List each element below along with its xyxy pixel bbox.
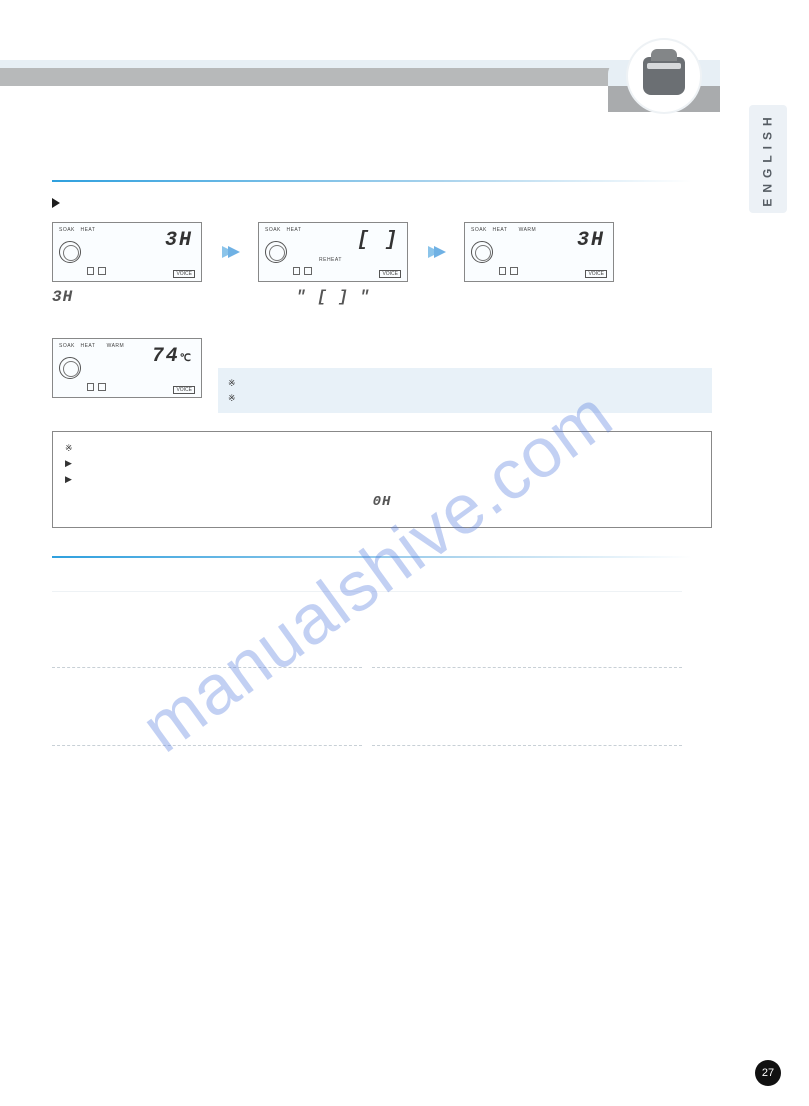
arrow-right-icon-1 [220,242,240,262]
info-line-2 [78,457,81,471]
lcd-label-soak-3: SOAK [471,227,487,233]
lcd-seg-2: [ ] [357,229,399,252]
lcd-mid-labels-3 [499,267,518,275]
lcd-voice-1: VOICE [173,270,195,278]
lcd-voice-3: VOICE [585,270,607,278]
intro-bullet [52,196,712,208]
lcd-seg-1: 3H [165,229,193,252]
tri-icon-3: ▶ [65,473,72,487]
lcd-label-heat-2: HEAT [286,227,301,233]
content: SOAK HEAT 3H VOICE SOAK HEAT [ ] REH [52,170,712,804]
col-right-head [372,572,682,592]
product-circle [628,40,700,112]
lcd-screen-1: SOAK HEAT 3H VOICE [52,222,202,282]
caption-2: " [ ] " [296,288,370,306]
lcd-label-warm-4: WARM [107,343,125,349]
aster-icon-1: ※ [228,376,236,390]
col-left-body-2 [52,676,362,736]
lcd-mid-labels-2 [293,267,312,275]
lcd-seg-3: 3H [577,229,605,252]
lcd-label-heat-4: HEAT [80,343,95,349]
dash-sep-l2 [52,744,362,746]
col-right-body-3 [372,754,682,804]
dash-sep-r2 [372,744,682,746]
lcd-voice-4: VOICE [173,386,195,394]
info-line-1 [79,442,82,456]
info-box: ※ ▶ ▶ 0H [52,431,712,529]
lcd-screen-2: SOAK HEAT [ ] REHEAT VOICE [258,222,408,282]
lcd-label-soak-2: SOAK [265,227,281,233]
language-tab: ENGLISH [749,105,787,213]
lcd-mid-labels [87,267,106,275]
two-col [52,572,692,804]
lcd-label-heat: HEAT [80,227,95,233]
tri-icon-2: ▶ [65,457,72,471]
aster-icon-3: ※ [65,442,73,456]
col-right [372,572,692,804]
timer-icon [59,241,81,263]
lcd-label-heat-3: HEAT [492,227,507,233]
section-rule-1 [52,180,692,182]
timer-icon-3 [471,241,493,263]
section-rule-2 [52,556,692,558]
lower-section [52,556,712,804]
lcd-screen-3: SOAK HEAT WARM 3H VOICE [464,222,614,282]
lcd-mid-labels-4 [87,383,106,391]
lcd-label-warm-3: WARM [519,227,537,233]
page-number: 27 [762,1067,774,1079]
manual-page: ENGLISH manualshive.com SOAK HEAT 3H VOI… [0,0,809,1106]
triangle-icon [52,198,60,208]
col-left-body-3 [52,754,362,804]
lcd-screen-4: SOAK HEAT WARM 74℃ VOICE [52,338,202,398]
lcd-label-reheat: REHEAT [319,257,342,263]
product-icon [643,57,685,95]
caption-1: 3H [52,288,73,306]
col-left-head [52,572,362,592]
blue-note-box: ※ ※ [218,368,712,413]
col-left-body-1 [52,598,362,658]
col-left [52,572,372,804]
lcd-block-2: SOAK HEAT WARM 74℃ VOICE ※ ※ [52,338,712,413]
lcd-captions: 3H " [ ] " [52,288,712,306]
timer-icon-4 [59,357,81,379]
header-band [0,60,720,96]
aster-icon-2: ※ [228,391,236,405]
dash-sep-r1 [372,666,682,668]
dash-sep-l1 [52,666,362,668]
lcd-voice-2: VOICE [379,270,401,278]
lcd-label-soak: SOAK [59,227,75,233]
col-right-body-2 [372,676,682,736]
arrow-right-icon-2 [426,242,446,262]
page-number-badge: 27 [755,1060,781,1086]
intro-text-block [66,196,69,208]
language-text: ENGLISH [761,111,775,206]
lcd-label-soak-4: SOAK [59,343,75,349]
blue-note-2 [242,391,245,405]
info-seg-0h: 0H [373,494,392,510]
timer-icon-2 [265,241,287,263]
blue-note-1 [242,376,245,390]
info-line-3 [78,473,81,487]
lcd-seg-4: 74℃ [152,345,193,368]
lcd-row-1: SOAK HEAT 3H VOICE SOAK HEAT [ ] REH [52,222,712,282]
col-right-body-1 [372,598,682,658]
